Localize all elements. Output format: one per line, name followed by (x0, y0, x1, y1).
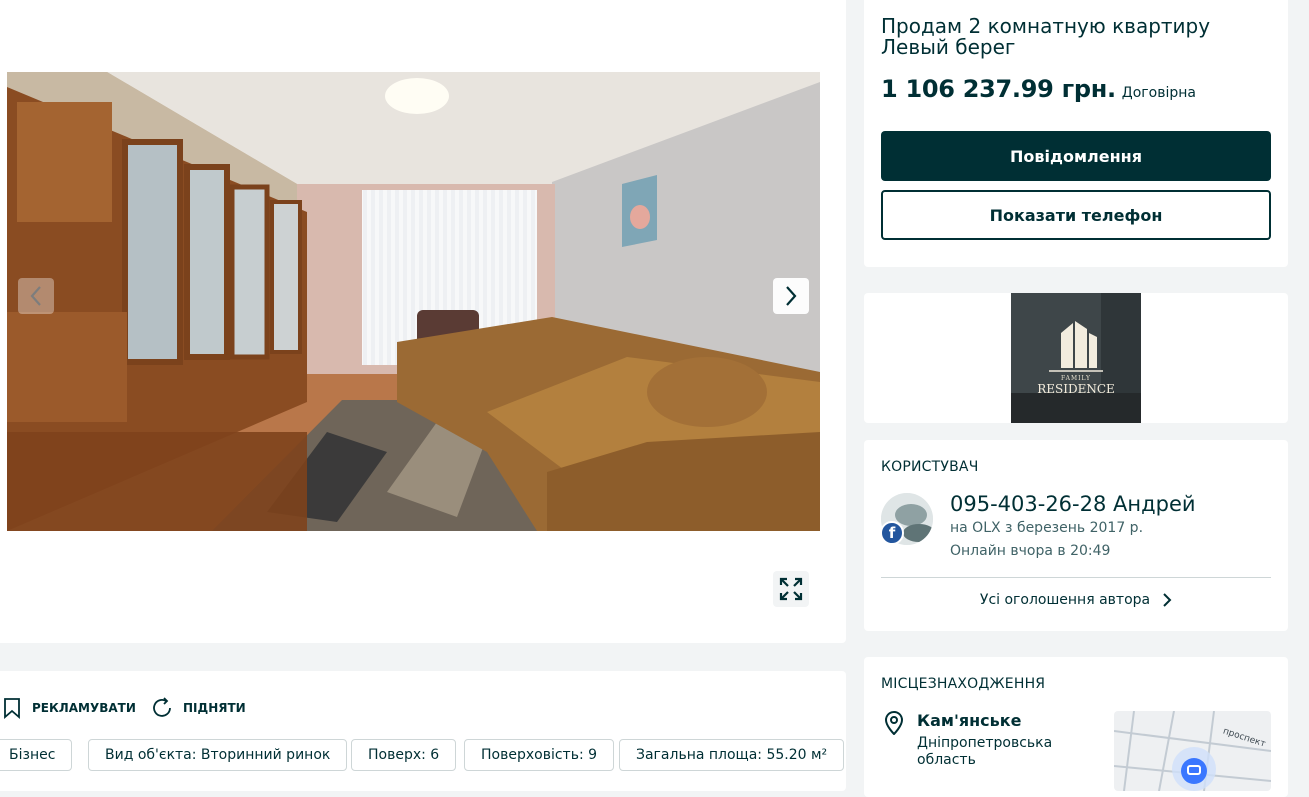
ad-banner-card: FAMILY RESIDENCE (864, 293, 1288, 423)
tag-total-area[interactable]: Загальна площа: 55.20 м² (619, 739, 845, 771)
location-card: МІСЦЕЗНАХОДЖЕННЯ Кам'янське Дніпропетров… (864, 657, 1288, 797)
region: Дніпропетровська область (917, 735, 1053, 768)
ad-title: Продам 2 комнатную квартиру Левый берег (881, 14, 1211, 59)
promote-label: РЕКЛАМУВАТИ (32, 701, 136, 715)
all-author-ads-label: Усі оголошення автора (979, 592, 1151, 608)
all-author-ads-link[interactable]: Усі оголошення автора (864, 592, 1288, 608)
tag-category[interactable]: Бізнес (0, 739, 73, 771)
facebook-icon: f (880, 521, 904, 545)
chevron-left-icon (30, 286, 41, 306)
tag-floor[interactable]: Поверх: 6 (351, 739, 457, 771)
raise-label: ПІДНЯТИ (183, 701, 246, 715)
user-card: КОРИСТУВАЧ f 095-403-26-28 Андрей на OLX… (864, 440, 1288, 631)
listing-photo[interactable] (7, 72, 820, 531)
user-name[interactable]: 095-403-26-28 Андрей (950, 492, 1196, 516)
map-streets (1114, 711, 1271, 791)
member-since: на OLX з березень 2017 р. (950, 520, 1144, 536)
location-pin-icon (884, 711, 904, 735)
price: 1 106 237.99 грн. (881, 75, 1116, 103)
raise-button[interactable]: ПІДНЯТИ (151, 697, 246, 719)
banner-text-large: RESIDENCE (1037, 382, 1115, 396)
price-row: 1 106 237.99 грн. Договірна (881, 75, 1196, 103)
building-logo-icon (1011, 293, 1141, 423)
expand-icon (779, 577, 803, 601)
tag-floors-total[interactable]: Поверховість: 9 (464, 739, 615, 771)
ad-details-card: РЕКЛАМУВАТИ ПІДНЯТИ Бізнес Вид об'єкта: … (0, 671, 846, 791)
refresh-icon (153, 697, 171, 717)
fullscreen-button[interactable] (773, 571, 809, 607)
chevron-right-icon (786, 286, 797, 306)
next-photo-button[interactable] (773, 278, 809, 314)
last-seen: Онлайн вчора в 20:49 (950, 543, 1111, 559)
negotiable-label: Договірна (1121, 85, 1196, 101)
ad-summary-card: Продам 2 комнатную квартиру Левый берег … (864, 0, 1288, 267)
show-phone-button[interactable]: Показати телефон (881, 190, 1271, 240)
previous-photo-button[interactable] (18, 278, 54, 314)
room-illustration (7, 72, 820, 531)
tag-object-type[interactable]: Вид об'єкта: Вторинний ринок (88, 739, 348, 771)
advertiser-banner[interactable]: FAMILY RESIDENCE (1011, 293, 1141, 423)
gallery-card (0, 0, 846, 643)
promote-button[interactable]: РЕКЛАМУВАТИ (2, 697, 136, 719)
city: Кам'янське (917, 711, 1022, 730)
user-section-label: КОРИСТУВАЧ (881, 459, 979, 475)
bookmark-icon (4, 698, 20, 719)
map-preview[interactable]: проспект (1114, 711, 1271, 791)
location-section-label: МІСЦЕЗНАХОДЖЕННЯ (881, 676, 1046, 692)
chevron-right-icon (1163, 593, 1172, 607)
message-button[interactable]: Повідомлення (881, 131, 1271, 181)
banner-text-small: FAMILY (1060, 375, 1092, 382)
divider (881, 577, 1271, 578)
